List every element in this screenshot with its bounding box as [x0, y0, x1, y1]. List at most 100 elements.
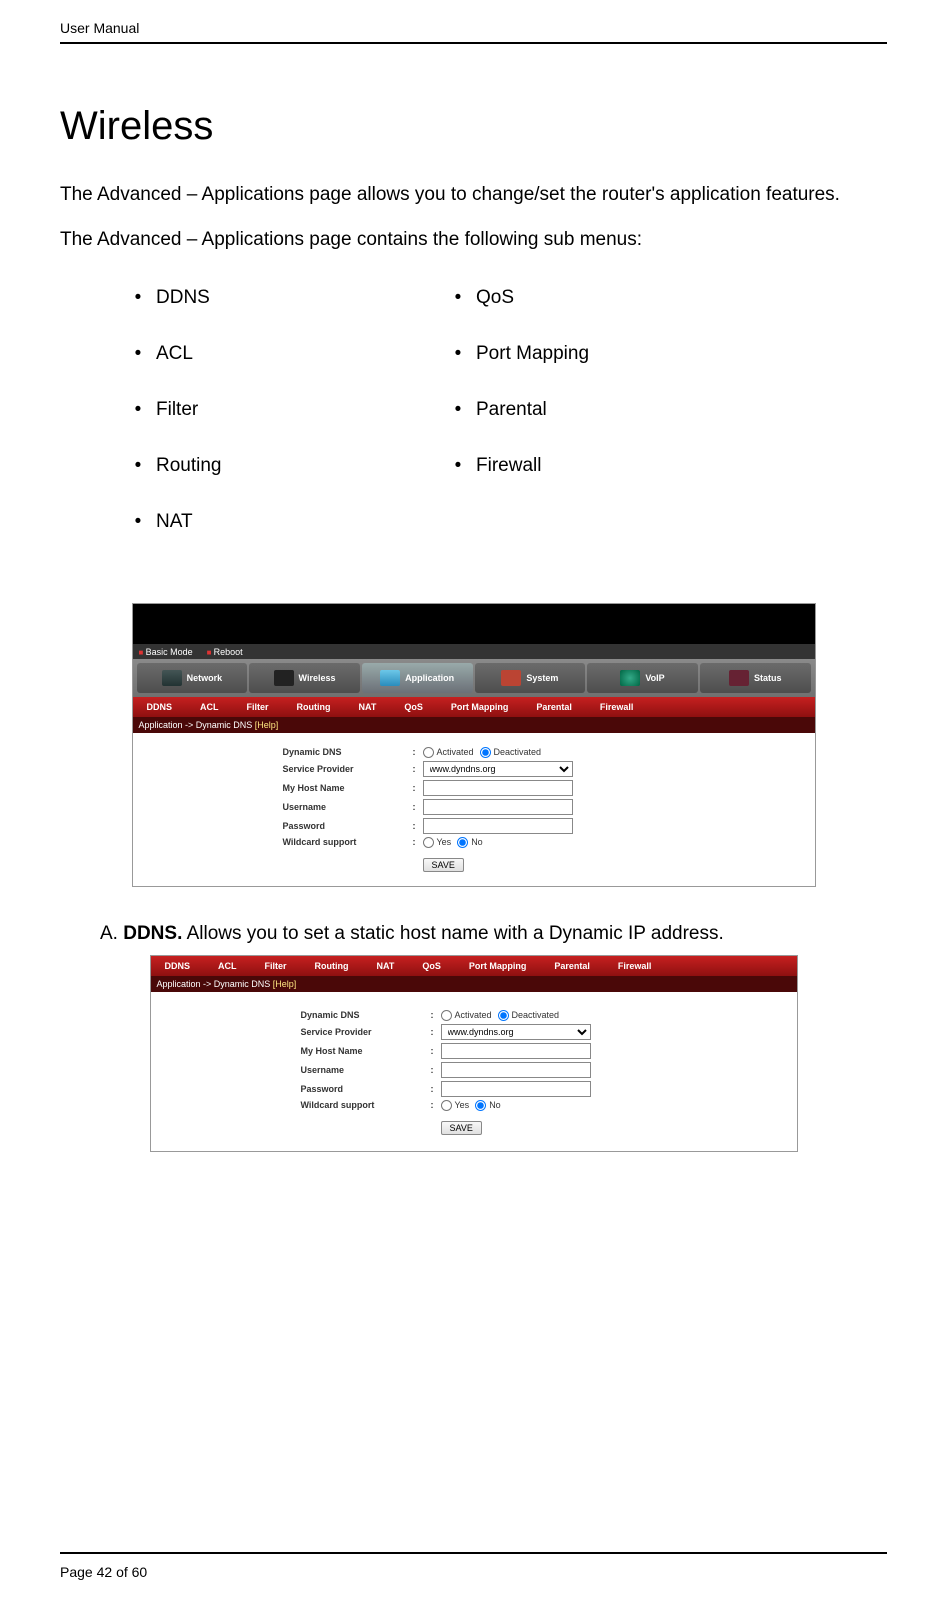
item-a-bold: DDNS. [123, 923, 182, 944]
basic-mode-link[interactable]: Basic Mode [139, 647, 193, 657]
wildcard-label: Wildcard support [283, 837, 413, 847]
main-tabs: Network Wireless Application System VoIP… [133, 659, 815, 697]
service-provider-select[interactable]: www.dyndns.org [441, 1024, 591, 1040]
subtab-portmapping[interactable]: Port Mapping [455, 961, 541, 971]
tab-network[interactable]: Network [137, 663, 248, 693]
service-provider-label: Service Provider [301, 1027, 431, 1037]
page-number: Page 42 [60, 1564, 112, 1580]
ddns-form: Dynamic DNS: Activated Deactivated Servi… [133, 733, 815, 886]
submenu-item: NAT [120, 511, 440, 533]
subtab-qos[interactable]: QoS [390, 702, 437, 712]
status-icon [729, 670, 749, 686]
sub-tabs: DDNS ACL Filter Routing NAT QoS Port Map… [133, 697, 815, 717]
password-input[interactable] [441, 1081, 591, 1097]
radio-label: Activated [437, 747, 474, 757]
reboot-link[interactable]: Reboot [207, 647, 243, 657]
router-screenshot-2: DDNS ACL Filter Routing NAT QoS Port Map… [150, 955, 798, 1152]
system-icon [501, 670, 521, 686]
subtab-firewall[interactable]: Firewall [586, 702, 648, 712]
submenu-item: Routing [120, 455, 440, 477]
username-input[interactable] [423, 799, 573, 815]
voip-icon [620, 670, 640, 686]
help-link[interactable]: [Help] [255, 720, 279, 730]
tab-label: Network [187, 673, 223, 683]
subtab-nat[interactable]: NAT [363, 961, 409, 971]
subtab-acl[interactable]: ACL [186, 702, 233, 712]
page-footer: Page 42 of 60 [60, 1564, 147, 1580]
subtab-portmapping[interactable]: Port Mapping [437, 702, 523, 712]
radio-label: Yes [455, 1100, 470, 1110]
username-label: Username [301, 1065, 431, 1075]
help-link[interactable]: [Help] [273, 979, 297, 989]
subtab-routing[interactable]: Routing [301, 961, 363, 971]
page-header: User Manual [60, 20, 887, 44]
host-name-input[interactable] [423, 780, 573, 796]
tab-label: Application [405, 673, 454, 683]
tab-label: VoIP [645, 673, 664, 683]
service-provider-label: Service Provider [283, 764, 413, 774]
deactivated-radio[interactable]: Deactivated [480, 747, 542, 758]
tab-status[interactable]: Status [700, 663, 811, 693]
section-title: Wireless [60, 104, 887, 149]
tab-label: System [526, 673, 558, 683]
host-name-input[interactable] [441, 1043, 591, 1059]
subtab-ddns[interactable]: DDNS [151, 961, 205, 971]
service-provider-select[interactable]: www.dyndns.org [423, 761, 573, 777]
subtab-ddns[interactable]: DDNS [133, 702, 187, 712]
breadcrumb: Application -> Dynamic DNS [Help] [133, 717, 815, 733]
ddns-form: Dynamic DNS: Activated Deactivated Servi… [151, 992, 797, 1151]
submenu-item: Parental [440, 399, 760, 421]
submenu-item: Firewall [440, 455, 760, 477]
network-icon [162, 670, 182, 686]
tab-voip[interactable]: VoIP [587, 663, 698, 693]
radio-label: No [489, 1100, 501, 1110]
username-input[interactable] [441, 1062, 591, 1078]
wildcard-yes-radio[interactable]: Yes [423, 837, 452, 848]
wildcard-yes-radio[interactable]: Yes [441, 1100, 470, 1111]
activated-radio[interactable]: Activated [441, 1010, 492, 1021]
item-a-description: A. DDNS. Allows you to set a static host… [100, 923, 887, 945]
username-label: Username [283, 802, 413, 812]
password-input[interactable] [423, 818, 573, 834]
router-screenshot-1: Basic Mode Reboot Network Wireless Appli… [132, 603, 816, 887]
page-total: of 60 [116, 1564, 147, 1580]
intro-paragraph-1: The Advanced – Applications page allows … [60, 175, 887, 216]
item-a-prefix: A. [100, 923, 118, 944]
tab-wireless[interactable]: Wireless [249, 663, 360, 693]
host-name-label: My Host Name [283, 783, 413, 793]
footer-rule [60, 1552, 887, 1554]
subtab-parental[interactable]: Parental [522, 702, 586, 712]
save-button[interactable]: SAVE [423, 858, 464, 872]
wireless-icon [274, 670, 294, 686]
subtab-filter[interactable]: Filter [251, 961, 301, 971]
tab-application[interactable]: Application [362, 663, 473, 693]
dynamic-dns-label: Dynamic DNS [283, 747, 413, 757]
wildcard-label: Wildcard support [301, 1100, 431, 1110]
submenu-item: DDNS [120, 287, 440, 309]
radio-label: No [471, 837, 483, 847]
radio-label: Deactivated [494, 747, 542, 757]
submenu-item: QoS [440, 287, 760, 309]
subtab-filter[interactable]: Filter [233, 702, 283, 712]
subtab-nat[interactable]: NAT [345, 702, 391, 712]
logo-banner [133, 604, 815, 644]
wildcard-no-radio[interactable]: No [457, 837, 483, 848]
subtab-acl[interactable]: ACL [204, 961, 251, 971]
dynamic-dns-label: Dynamic DNS [301, 1010, 431, 1020]
sub-tabs: DDNS ACL Filter Routing NAT QoS Port Map… [151, 956, 797, 976]
subtab-qos[interactable]: QoS [408, 961, 455, 971]
subtab-firewall[interactable]: Firewall [604, 961, 666, 971]
subtab-parental[interactable]: Parental [540, 961, 604, 971]
subtab-routing[interactable]: Routing [283, 702, 345, 712]
breadcrumb-text: Application -> Dynamic DNS [139, 720, 255, 730]
save-button[interactable]: SAVE [441, 1121, 482, 1135]
activated-radio[interactable]: Activated [423, 747, 474, 758]
password-label: Password [301, 1084, 431, 1094]
wildcard-no-radio[interactable]: No [475, 1100, 501, 1111]
tab-label: Wireless [299, 673, 336, 683]
tab-system[interactable]: System [475, 663, 586, 693]
deactivated-radio[interactable]: Deactivated [498, 1010, 560, 1021]
submenu-list: DDNS QoS ACL Port Mapping Filter Parenta… [120, 287, 887, 533]
host-name-label: My Host Name [301, 1046, 431, 1056]
item-a-rest: Allows you to set a static host name wit… [182, 923, 723, 944]
